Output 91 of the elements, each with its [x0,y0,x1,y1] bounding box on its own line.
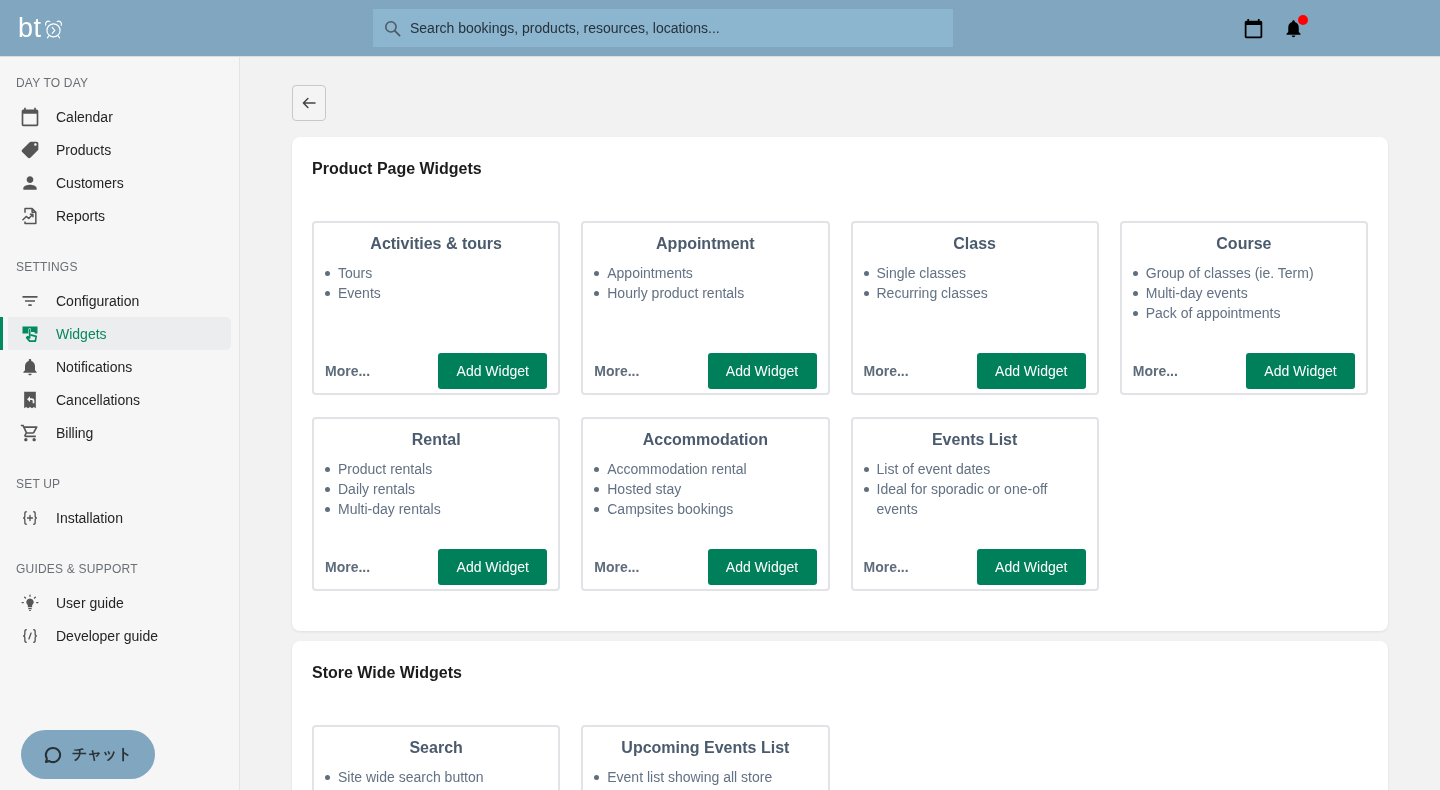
bell-icon [20,356,40,377]
section-heading: GUIDES & SUPPORT [15,561,139,578]
add-widget-button[interactable]: Add Widget [707,549,817,585]
more-link[interactable]: More... [863,363,909,379]
section-heading: SET UP [15,476,62,493]
feature-text: Hourly product rentals [607,284,745,303]
widget-title: Appointment [655,234,756,254]
widget-title: Search [408,738,464,758]
add-widget-button[interactable]: Add Widget [438,353,548,389]
more-link[interactable]: More... [594,363,640,379]
feature-text: Multi-day events [1145,284,1248,303]
feature-text: Event list showing all store [607,768,773,787]
bullet-icon [594,467,600,472]
nav-item[interactable]: Widgets [0,317,231,350]
nav-item[interactable]: User guide [0,586,231,619]
widget-title: Rental [410,430,462,450]
nav-item[interactable]: Calendar [0,100,231,133]
more-link[interactable]: More... [1132,363,1178,379]
widget-title: Activities & tours [369,234,503,254]
feature-text: Single classes [876,264,966,283]
calendar-icon [20,106,40,127]
feature-text: Recurring classes [876,284,988,303]
more-link[interactable]: More... [325,559,371,575]
feature-text: List of event dates [876,460,991,479]
feature-text: Events [338,284,381,303]
chat-button[interactable]: チャット [21,730,155,779]
bullet-icon [594,507,600,512]
bullet-icon [863,467,869,472]
section-heading: SETTINGS [15,259,79,276]
nav-item[interactable]: Reports [0,199,231,232]
add-widget-button[interactable]: Add Widget [438,549,548,585]
bullet-icon [594,487,600,492]
bullet-icon [325,775,330,780]
bullet-icon [1132,311,1138,316]
bullet-icon [325,291,330,296]
nav-item[interactable]: Developer guide [0,619,231,652]
cart-icon [20,422,40,443]
search-field[interactable]: Search bookings, products, resources, locations... [373,9,953,47]
feature-text: Group of classes (ie. Term) [1145,264,1314,283]
bullet-icon [325,487,330,492]
feature-text: Product rentals [338,460,433,479]
add-widget-button[interactable]: Add Widget [707,353,817,389]
nav-item[interactable]: Notifications [0,350,231,383]
add-widget-button[interactable]: Add Widget [1246,353,1355,389]
more-link[interactable]: More... [594,559,640,575]
chat-bubble-icon [43,744,63,765]
nav-item[interactable]: Configuration [0,284,231,317]
feature-text: Appointments [607,264,693,283]
nav-item[interactable]: Billing [0,416,231,449]
feature-text: Site wide search button [338,768,484,787]
widget-title: Class [952,234,997,254]
nav-item[interactable]: Installation [0,501,231,534]
lightbulb-icon [20,592,40,613]
more-link[interactable]: More... [863,559,909,575]
tag-icon [20,139,40,160]
bullet-icon [1132,271,1138,276]
bullet-icon [1132,291,1138,296]
bullet-icon [594,291,600,296]
widget-title: Upcoming Events List [620,738,791,758]
feature-text: Multi-day rentals [338,500,441,519]
widget-title: Events List [930,430,1019,450]
add-widget-button[interactable]: Add Widget [976,549,1086,585]
feature-text: Campsites bookings [607,500,734,519]
bullet-icon [325,271,330,276]
bullet-icon [594,775,600,780]
feature-text: Tours [338,264,373,283]
feature-text: Daily rentals [338,480,416,499]
bullet-icon [863,271,869,276]
feature-text: Accommodation rental [607,460,747,479]
feature-text: Pack of appointments [1145,304,1281,323]
bullet-icon [325,467,330,472]
bullet-icon [863,487,869,492]
chart-document-icon [20,205,40,226]
add-widget-button[interactable]: Add Widget [976,353,1086,389]
feature-text: Ideal for sporadic or one-off events [876,480,1049,519]
more-link[interactable]: More... [325,363,371,379]
back-button[interactable] [292,85,326,121]
section-title: Store Wide Widgets [312,663,463,683]
widget-title: Accommodation [641,430,770,450]
widget-title: Course [1215,234,1273,254]
bullet-icon [325,507,330,512]
nav-item[interactable]: Products [0,133,231,166]
search-icon [383,19,402,38]
bullet-icon [594,271,600,276]
section-title: Product Page Widgets [312,159,483,179]
bullet-icon [863,291,869,296]
nav-item[interactable]: Customers [0,166,231,199]
nav-item[interactable]: Cancellations [0,383,231,416]
calendar-icon[interactable] [1243,17,1264,39]
feature-text: Hosted stay [607,480,682,499]
section-heading: DAY TO DAY [15,75,90,92]
